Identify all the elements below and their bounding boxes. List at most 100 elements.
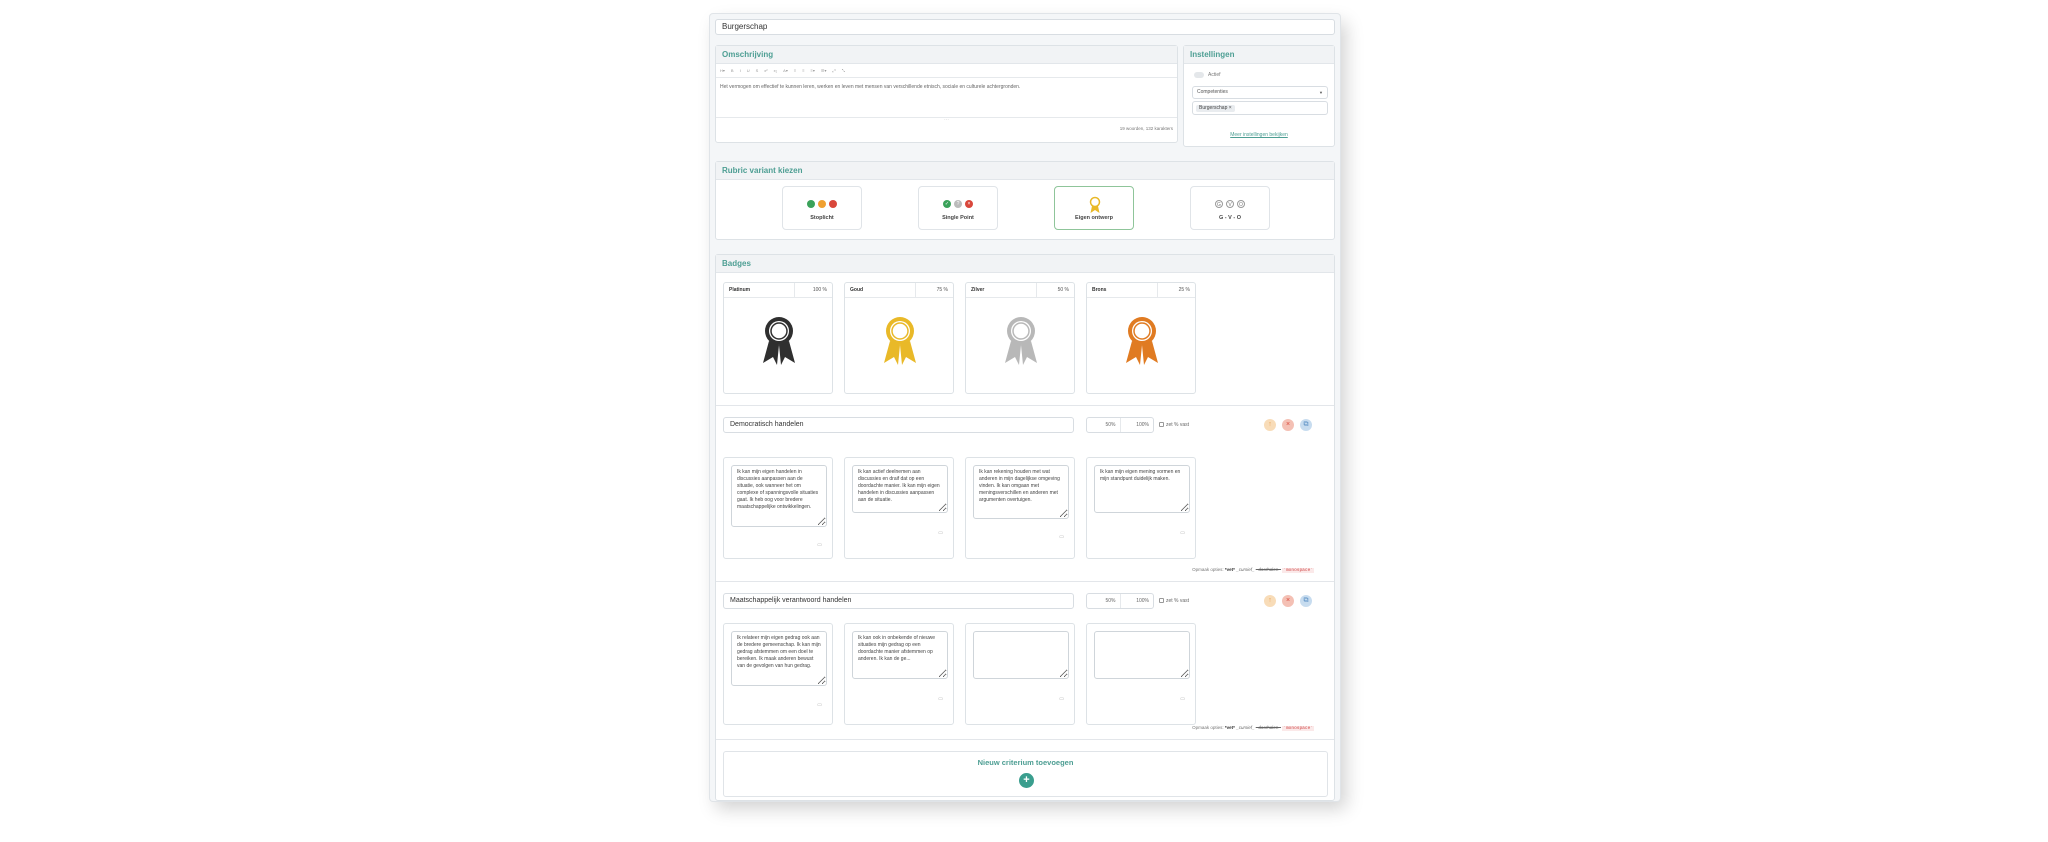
- move-up-icon[interactable]: ↑: [1264, 595, 1276, 607]
- criterion-name-input[interactable]: Maatschappelijk verantwoord handelen: [723, 593, 1074, 609]
- tag-input[interactable]: Burgerschap ×: [1192, 101, 1328, 115]
- criterion-percent[interactable]: 50% 100%: [1086, 593, 1154, 609]
- level-description[interactable]: [731, 465, 827, 527]
- g-circle-icon: G: [1215, 200, 1223, 208]
- toolbar-table-button[interactable]: ☰▾: [821, 68, 827, 73]
- orange-dot-icon: [818, 200, 826, 208]
- variant-eigen-ontwerp[interactable]: Eigen ontwerp: [1054, 186, 1134, 230]
- copy-icon[interactable]: ⧉: [1300, 419, 1312, 431]
- toolbar-collapse-icon[interactable]: ⤡: [842, 68, 845, 73]
- format-options-label: Opmaak opties:: [1192, 725, 1224, 730]
- green-dot-icon: [807, 200, 815, 208]
- toolbar-expand-icon[interactable]: ⤢: [832, 68, 835, 73]
- single-point-icon: ✓ ? ×: [919, 200, 997, 208]
- format-options: Opmaak opties: *vet* _cursief_ ~doorhale…: [1192, 567, 1314, 573]
- comment-icon[interactable]: ▭: [1059, 696, 1064, 702]
- toolbar-subscript-button[interactable]: x₂: [774, 68, 778, 73]
- badge-zilver: Zilver 50 %: [965, 282, 1075, 394]
- badge-brons: Brons 25 %: [1086, 282, 1196, 394]
- level-description[interactable]: [852, 631, 948, 679]
- gvo-icon: G V O: [1191, 200, 1269, 208]
- active-label: Actief: [1208, 72, 1221, 78]
- level-description[interactable]: [1094, 631, 1190, 679]
- badges-header: Badges: [716, 255, 1334, 273]
- level-description[interactable]: [852, 465, 948, 513]
- active-toggle[interactable]: Actief: [1194, 71, 1221, 79]
- rubric-editor: Burgerschap Omschrijving H▾ B I U S x² x…: [710, 14, 1340, 801]
- title-input[interactable]: Burgerschap: [715, 19, 1335, 35]
- category-select[interactable]: Competenties ▼: [1192, 86, 1328, 99]
- variant-header: Rubric variant kiezen: [716, 162, 1334, 180]
- badge-percent[interactable]: 100 %: [794, 283, 832, 297]
- format-mono: `monospace`: [1282, 568, 1314, 573]
- description-header: Omschrijving: [716, 46, 1177, 64]
- badge-percent[interactable]: 50 %: [1036, 283, 1074, 297]
- comment-icon[interactable]: ▭: [1180, 530, 1185, 536]
- criterion-percent[interactable]: 50% 100%: [1086, 417, 1154, 433]
- toolbar-superscript-button[interactable]: x²: [764, 68, 767, 73]
- editor-toolbar: H▾ B I U S x² x₂ A▾ ≡ ≡ ≡▾ ☰▾ ⤢ ⤡: [716, 64, 1177, 78]
- toolbar-align-button[interactable]: ≡▾: [811, 68, 815, 73]
- variant-label: Eigen ontwerp: [1075, 215, 1113, 221]
- level-description[interactable]: [973, 465, 1069, 519]
- variant-gvo[interactable]: G V O G - V - O: [1190, 186, 1270, 230]
- level-cell: ▭: [723, 623, 833, 725]
- add-criterion-button[interactable]: +: [1019, 773, 1034, 788]
- divider: [716, 581, 1334, 582]
- fix-percent-checkbox[interactable]: zet % vast: [1159, 597, 1189, 605]
- toolbar-strike-button[interactable]: S: [756, 68, 759, 73]
- level-description[interactable]: [973, 631, 1069, 679]
- percent-value[interactable]: 50%: [1087, 594, 1120, 608]
- toolbar-heading-button[interactable]: H▾: [720, 68, 725, 73]
- comment-icon[interactable]: ▭: [938, 696, 943, 702]
- comment-icon[interactable]: ▭: [1180, 696, 1185, 702]
- badge-percent[interactable]: 75 %: [915, 283, 953, 297]
- toolbar-highlight-button[interactable]: A▾: [783, 68, 788, 73]
- add-criterion-panel[interactable]: Nieuw criterium toevoegen +: [723, 751, 1328, 797]
- comment-icon[interactable]: ▭: [1059, 534, 1064, 540]
- criterion-name-input[interactable]: Democratisch handelen: [723, 417, 1074, 433]
- format-options: Opmaak opties: *vet* _cursief_ ~doorhale…: [1192, 725, 1314, 731]
- category-select-value: Competenties: [1197, 89, 1228, 95]
- format-bold: *vet*: [1224, 567, 1235, 572]
- variant-card: Rubric variant kiezen Stoplicht ✓ ? × Si…: [715, 161, 1335, 240]
- ribbon-medal-icon: [884, 317, 916, 365]
- fix-percent-checkbox[interactable]: zet % vast: [1159, 421, 1189, 429]
- comment-icon[interactable]: ▭: [938, 530, 943, 536]
- remove-tag-icon[interactable]: ×: [1229, 105, 1232, 111]
- comment-icon[interactable]: ▭: [817, 702, 822, 708]
- toolbar-italic-button[interactable]: I: [740, 68, 741, 73]
- variant-stoplicht[interactable]: Stoplicht: [782, 186, 862, 230]
- settings-header: Instellingen: [1184, 46, 1334, 64]
- badge-name: Brons: [1092, 287, 1107, 293]
- comment-icon[interactable]: ▭: [817, 542, 822, 548]
- delete-icon[interactable]: ×: [1282, 595, 1294, 607]
- level-cell: ▭: [965, 457, 1075, 559]
- percent-total: 100%: [1119, 594, 1154, 608]
- check-icon: ✓: [943, 200, 951, 208]
- badge-percent[interactable]: 25 %: [1157, 283, 1195, 297]
- level-cell: ▭: [965, 623, 1075, 725]
- variant-single-point[interactable]: ✓ ? × Single Point: [918, 186, 998, 230]
- percent-value[interactable]: 50%: [1087, 418, 1120, 432]
- toolbar-list-button[interactable]: ≡: [794, 68, 796, 73]
- format-bold: *vet*: [1224, 725, 1235, 730]
- move-up-icon[interactable]: ↑: [1264, 419, 1276, 431]
- toolbar-bold-button[interactable]: B: [731, 68, 734, 73]
- badge-name: Goud: [850, 287, 864, 293]
- toolbar-ordered-list-button[interactable]: ≡: [802, 68, 804, 73]
- badge-platinum: Platinum 100 %: [723, 282, 833, 394]
- ribbon-medal-icon: [763, 317, 795, 365]
- level-description[interactable]: [1094, 465, 1190, 513]
- red-dot-icon: [829, 200, 837, 208]
- copy-icon[interactable]: ⧉: [1300, 595, 1312, 607]
- o-circle-icon: O: [1237, 200, 1245, 208]
- toolbar-underline-button[interactable]: U: [747, 68, 750, 73]
- level-description[interactable]: [731, 631, 827, 686]
- medal-icon: [1089, 196, 1101, 213]
- more-settings-link[interactable]: Meer instellingen bekijken: [1184, 132, 1334, 138]
- level-cell: ▭: [723, 457, 833, 559]
- delete-icon[interactable]: ×: [1282, 419, 1294, 431]
- description-editor[interactable]: Het vermogen om effectief te kunnen lere…: [716, 78, 1177, 118]
- checkbox-icon: [1159, 422, 1164, 428]
